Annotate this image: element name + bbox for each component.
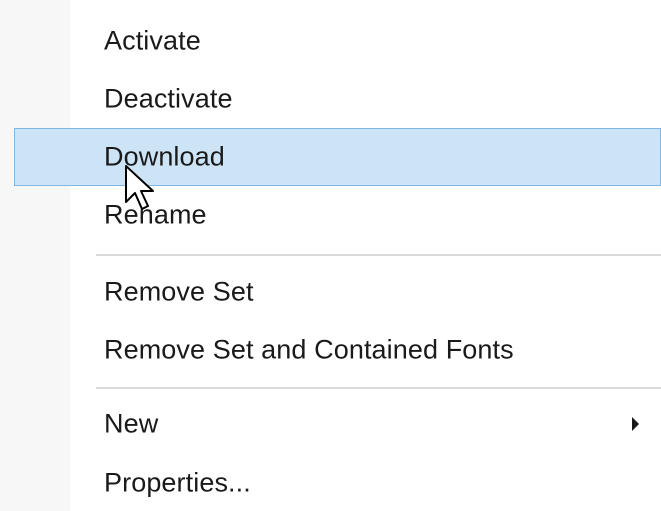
menu-item-label: Rename <box>104 199 207 230</box>
menu-item-download[interactable]: Download <box>14 128 661 186</box>
context-menu: Activate Deactivate Download Rename Remo… <box>0 0 661 511</box>
menu-separator <box>96 387 661 389</box>
menu-item-remove-set-and-fonts[interactable]: Remove Set and Contained Fonts <box>0 325 661 375</box>
menu-item-label: Activate <box>104 25 201 56</box>
menu-item-label: Remove Set and Contained Fonts <box>104 334 514 365</box>
menu-separator <box>96 254 661 256</box>
menu-item-label: Properties... <box>104 467 251 498</box>
menu-item-label: Deactivate <box>104 83 233 114</box>
menu-item-label: New <box>104 408 159 439</box>
menu-item-remove-set[interactable]: Remove Set <box>0 267 661 317</box>
submenu-arrow-icon <box>632 417 639 431</box>
menu-item-activate[interactable]: Activate <box>0 16 661 66</box>
menu-item-new[interactable]: New <box>0 399 661 449</box>
menu-item-rename[interactable]: Rename <box>0 190 661 240</box>
menu-item-label: Remove Set <box>104 276 254 307</box>
menu-item-properties[interactable]: Properties... <box>0 458 661 508</box>
menu-item-deactivate[interactable]: Deactivate <box>0 74 661 124</box>
menu-item-label: Download <box>104 141 225 172</box>
